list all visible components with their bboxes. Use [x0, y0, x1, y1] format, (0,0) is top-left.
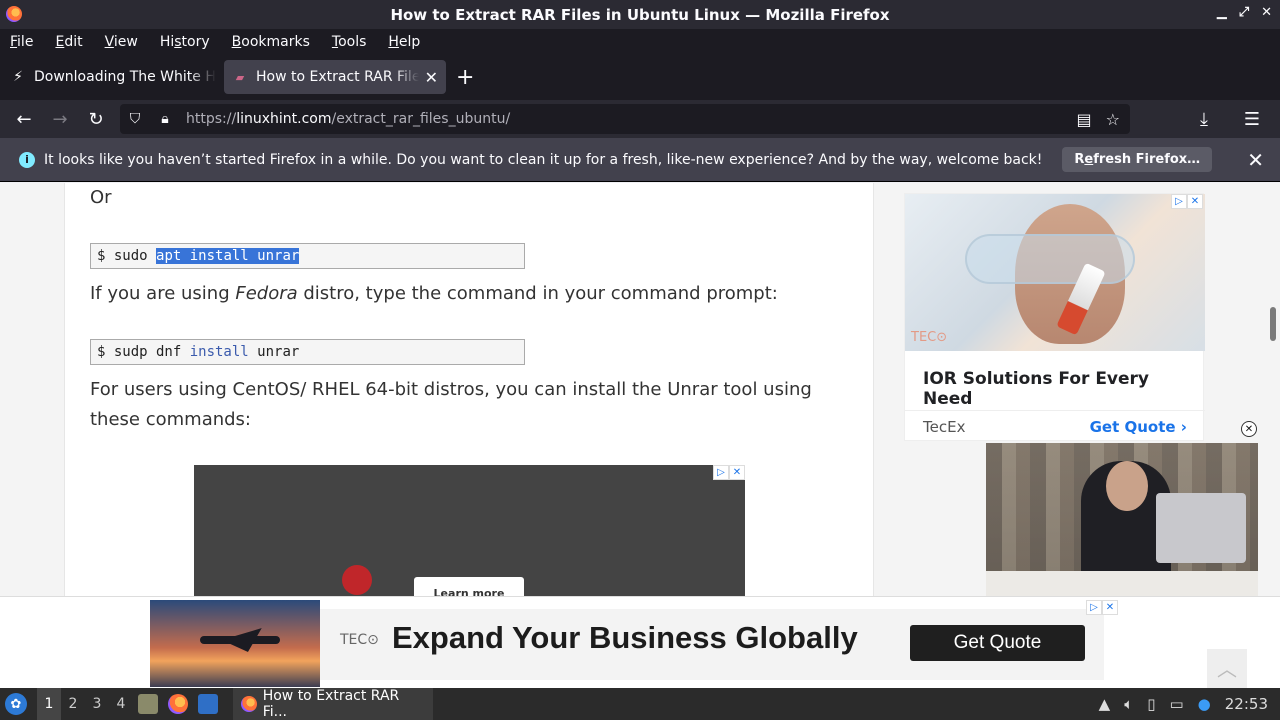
taskbar-firefox-window[interactable]: How to Extract RAR Fi...: [233, 688, 433, 720]
workspace-3[interactable]: 3: [85, 688, 109, 720]
banner-ad[interactable]: TEC⊙ Expand Your Business Globally Get Q…: [150, 600, 1118, 687]
close-window-icon[interactable]: ✕: [1261, 5, 1272, 20]
task-title: How to Extract RAR Fi...: [262, 688, 400, 720]
close-tab-icon[interactable]: ✕: [425, 68, 438, 87]
tray-menu-icon[interactable]: ▲: [1099, 695, 1111, 713]
close-notification-icon[interactable]: ✕: [1247, 148, 1264, 172]
notification-message: It looks like you haven’t started Firefo…: [44, 151, 1043, 168]
get-quote-link[interactable]: Get Quote ›: [1090, 418, 1187, 436]
lightning-icon: ⚡: [13, 69, 23, 85]
file-manager-icon[interactable]: [138, 694, 158, 714]
paragraph-or: Or: [90, 187, 112, 208]
scrollbar-thumb[interactable]: [1270, 307, 1276, 341]
forward-icon[interactable]: →: [42, 104, 78, 134]
ad-close-icon[interactable]: ✕: [1102, 600, 1118, 615]
video-close-icon[interactable]: ✕: [1241, 421, 1257, 437]
ad-choices-icon[interactable]: ▷: [1171, 194, 1187, 209]
tab-strip: ⚡ Downloading The White House ▰ How to E…: [0, 54, 1280, 100]
workspace-1[interactable]: 1: [37, 688, 61, 720]
window-controls: ▁ ⤢ ✕: [1217, 5, 1272, 20]
window-title: How to Extract RAR Files in Ubuntu Linux…: [390, 5, 890, 24]
info-icon: i: [19, 151, 35, 168]
bottom-sticky-area: TEC⊙ Expand Your Business Globally Get Q…: [0, 596, 1280, 689]
tab-title: How to Extract RAR Files in Ubuntu: [256, 69, 419, 85]
back-icon[interactable]: ←: [6, 104, 42, 134]
shield-icon[interactable]: ⛉: [128, 111, 142, 127]
menu-history[interactable]: History: [160, 34, 210, 50]
network-icon[interactable]: ▭: [1169, 695, 1183, 713]
volume-icon[interactable]: 🔈︎: [1124, 695, 1133, 713]
notification-bar: i It looks like you haven’t started Fire…: [0, 138, 1280, 182]
maximize-icon[interactable]: ⤢: [1239, 5, 1249, 20]
ad-close-icon[interactable]: ✕: [1187, 194, 1203, 209]
site-favicon-icon: ▰: [235, 70, 245, 84]
learn-more-button[interactable]: Learn more: [414, 577, 524, 596]
workspace-2[interactable]: 2: [61, 688, 85, 720]
firefox-logo-icon: [6, 6, 22, 22]
menu-file[interactable]: File: [10, 34, 33, 50]
ad-image: TEC⊙: [905, 194, 1205, 351]
tecex-logo: TEC⊙: [340, 632, 379, 648]
url-text[interactable]: https://linuxhint.com/extract_rar_files_…: [186, 111, 510, 127]
menu-tools[interactable]: Tools: [332, 34, 367, 50]
page-content: Or $ sudo apt install unrar If you are u…: [0, 183, 1280, 596]
minimize-icon[interactable]: ▁: [1217, 5, 1227, 20]
ad-figure: [342, 565, 372, 595]
ad-choices-icon[interactable]: ▷: [713, 465, 729, 480]
banner-get-quote-button[interactable]: Get Quote: [910, 625, 1085, 661]
tab-downloading[interactable]: ⚡ Downloading The White House: [2, 60, 224, 94]
lock-icon[interactable]: 🔒︎: [158, 111, 172, 127]
inline-ad[interactable]: ▷ ✕ Learn more: [194, 465, 745, 596]
workspace-4[interactable]: 4: [109, 688, 133, 720]
taskbar: ✿ 1 2 3 4 How to Extract RAR Fi... ▲ 🔈︎ …: [0, 688, 1280, 720]
reader-view-icon[interactable]: ▤: [1077, 110, 1092, 129]
tecex-logo: TEC⊙: [911, 330, 948, 345]
scroll-to-top-icon[interactable]: ︿: [1207, 649, 1247, 689]
start-menu-icon[interactable]: ✿: [5, 693, 27, 715]
article-body: Or $ sudo apt install unrar If you are u…: [64, 183, 874, 596]
video-ad[interactable]: [986, 443, 1258, 596]
ad-choices-icon[interactable]: ▷: [1086, 600, 1102, 615]
banner-headline: Expand Your Business Globally: [392, 620, 858, 655]
tab-extract-rar[interactable]: ▰ How to Extract RAR Files in Ubuntu ✕: [224, 60, 446, 94]
update-notifier-icon[interactable]: ●: [1198, 695, 1211, 713]
url-bar[interactable]: ⛉ 🔒︎ https://linuxhint.com/extract_rar_f…: [120, 104, 1130, 134]
code-block-apt[interactable]: $ sudo apt install unrar: [90, 243, 525, 269]
paragraph-centos: For users using CentOS/ RHEL 64-bit dist…: [90, 379, 812, 430]
reload-icon[interactable]: ↻: [78, 104, 114, 134]
system-tray: ▲ 🔈︎ ▯ ▭ ● 22:53: [1099, 695, 1268, 713]
bookmark-star-icon[interactable]: ☆: [1106, 110, 1120, 129]
window-titlebar: How to Extract RAR Files in Ubuntu Linux…: [0, 0, 1280, 29]
ad-headline[interactable]: IOR Solutions For Every Need: [923, 369, 1203, 409]
firefox-launcher-icon[interactable]: [168, 694, 188, 714]
downloads-icon[interactable]: ⤓: [1186, 104, 1222, 134]
ad-close-icon[interactable]: ✕: [729, 465, 745, 480]
menu-bookmarks[interactable]: Bookmarks: [232, 34, 310, 50]
menu-edit[interactable]: Edit: [55, 34, 82, 50]
refresh-firefox-button[interactable]: Refresh Firefox…: [1062, 147, 1213, 172]
airplane-image: [150, 600, 320, 687]
hamburger-menu-icon[interactable]: ☰: [1234, 104, 1270, 134]
menu-view[interactable]: View: [105, 34, 138, 50]
sidebar-ad[interactable]: TEC⊙ ▷ ✕ IOR Solutions For Every Need Te…: [904, 193, 1205, 441]
menu-bar: File Edit View History Bookmarks Tools H…: [0, 29, 1280, 54]
navigation-toolbar: ← → ↻ ⛉ 🔒︎ https://linuxhint.com/extract…: [0, 100, 1280, 138]
menu-help[interactable]: Help: [388, 34, 420, 50]
ad-brand: TecEx: [923, 417, 966, 436]
paragraph-fedora: If you are using Fedora distro, type the…: [90, 283, 778, 304]
clock[interactable]: 22:53: [1225, 695, 1268, 713]
code-block-dnf[interactable]: $ sudp dnf install unrar: [90, 339, 525, 365]
clipboard-icon[interactable]: ▯: [1147, 695, 1155, 713]
firefox-icon: [241, 696, 257, 712]
terminal-icon[interactable]: [198, 694, 218, 714]
tab-title: Downloading The White House: [34, 69, 216, 85]
new-tab-icon[interactable]: +: [456, 65, 474, 90]
selected-text: apt install unrar: [156, 248, 300, 264]
